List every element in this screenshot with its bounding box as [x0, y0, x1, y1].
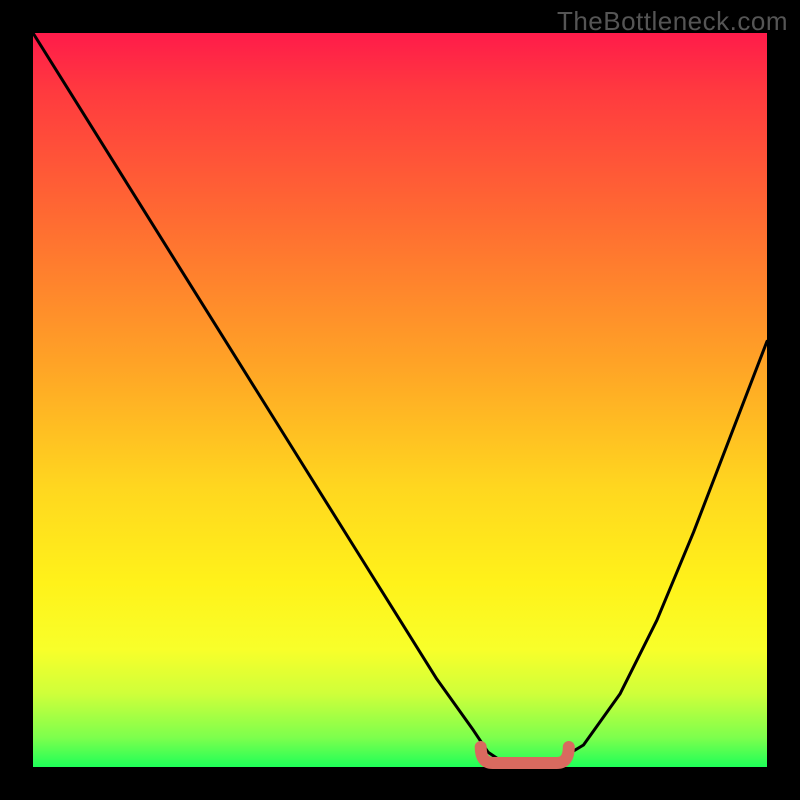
chart-frame: TheBottleneck.com	[0, 0, 800, 800]
chart-svg	[33, 33, 767, 767]
bottleneck-curve	[33, 33, 767, 767]
plot-area	[33, 33, 767, 767]
watermark-text: TheBottleneck.com	[557, 6, 788, 37]
